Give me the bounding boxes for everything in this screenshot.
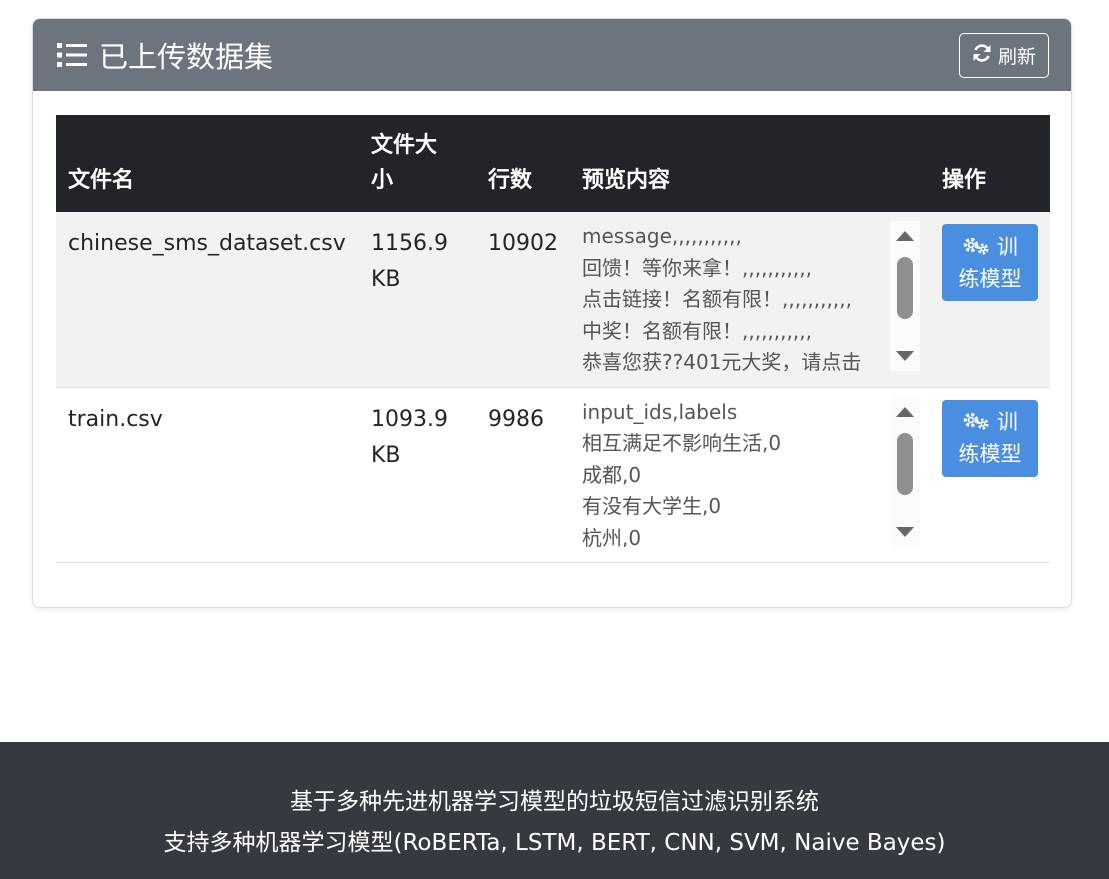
cell-size-value: 1093.9 bbox=[371, 406, 448, 432]
header-size-line2: 小 bbox=[371, 168, 394, 193]
page-footer: 基于多种先进机器学习模型的垃圾短信过滤识别系统 支持多种机器学习模型(RoBER… bbox=[0, 742, 1109, 879]
cell-actions: 训 练模型 bbox=[930, 387, 1050, 563]
table-head: 文件名 文件大 小 行数 预览内容 操作 bbox=[56, 115, 1050, 212]
train-label-line1: 训 bbox=[996, 410, 1018, 434]
datasets-table: 文件名 文件大 小 行数 预览内容 操作 chinese_sms_dataset… bbox=[56, 115, 1050, 563]
cell-actions: 训 练模型 bbox=[930, 212, 1050, 388]
header-rows: 行数 bbox=[488, 168, 533, 193]
card-title-text: 已上传数据集 bbox=[99, 40, 274, 74]
preview-text: input_ids,labels 相互满足不影响生活,0 成都,0 有没有大学生… bbox=[582, 399, 782, 547]
footer-subtitle: 支持多种机器学习模型(RoBERTa, LSTM, BERT, CNN, SVM… bbox=[163, 830, 946, 856]
preview-scrollbar[interactable] bbox=[890, 396, 920, 547]
datasets-card: 已上传数据集 刷新 文件名 文件大 小 行数 预览内容 操作 chinese_s… bbox=[32, 18, 1072, 608]
header-size: 文件大 小 bbox=[359, 115, 476, 212]
refresh-label: 刷新 bbox=[997, 45, 1036, 68]
scroll-down-arrow-icon[interactable] bbox=[896, 351, 914, 361]
train-label-line1: 训 bbox=[996, 234, 1018, 259]
scroll-up-arrow-icon[interactable] bbox=[896, 231, 914, 241]
scroll-thumb[interactable] bbox=[897, 257, 913, 319]
cell-row-count: 10902 bbox=[476, 212, 570, 388]
cogs-icon bbox=[962, 234, 990, 264]
cell-preview: message,,,,,,,,,,, 回馈！等你来拿！,,,,,,,,,,, 点… bbox=[570, 212, 930, 388]
preview-scrollbar[interactable] bbox=[890, 221, 920, 371]
scroll-up-arrow-icon[interactable] bbox=[896, 406, 914, 417]
table-row: chinese_sms_dataset.csv 1156.9 KB 10902 … bbox=[56, 212, 1050, 388]
header-filename: 文件名 bbox=[68, 168, 135, 193]
card-title: 已上传数据集 bbox=[57, 34, 273, 76]
cell-size-unit: KB bbox=[371, 267, 401, 292]
cell-filename: train.csv bbox=[56, 387, 359, 563]
cell-size: 1093.9 KB bbox=[359, 387, 476, 563]
cell-size: 1156.9 KB bbox=[359, 212, 476, 388]
header-actions: 操作 bbox=[942, 168, 987, 193]
cogs-icon bbox=[962, 409, 990, 439]
cell-size-unit: KB bbox=[371, 442, 401, 468]
card-header: 已上传数据集 刷新 bbox=[33, 19, 1071, 91]
cell-preview: input_ids,labels 相互满足不影响生活,0 成都,0 有没有大学生… bbox=[570, 387, 930, 563]
cell-row-count: 9986 bbox=[476, 387, 570, 563]
footer-title: 基于多种先进机器学习模型的垃圾短信过滤识别系统 bbox=[290, 789, 819, 815]
cell-size-value: 1156.9 bbox=[371, 231, 448, 256]
preview-text: message,,,,,,,,,,, 回馈！等你来拿！,,,,,,,,,,, 点… bbox=[582, 224, 862, 371]
list-icon bbox=[57, 42, 87, 68]
cell-filename: chinese_sms_dataset.csv bbox=[56, 212, 359, 388]
header-size-line1: 文件大 bbox=[371, 133, 438, 158]
train-label-line2: 练模型 bbox=[958, 266, 1022, 291]
sync-icon bbox=[972, 43, 992, 68]
refresh-button[interactable]: 刷新 bbox=[958, 32, 1049, 78]
train-model-button[interactable]: 训 练模型 bbox=[942, 399, 1038, 477]
header-preview: 预览内容 bbox=[582, 168, 671, 193]
train-model-button[interactable]: 训 练模型 bbox=[942, 224, 1038, 301]
table-row: train.csv 1093.9 KB 9986 input_ids,label… bbox=[56, 387, 1050, 563]
scroll-down-arrow-icon[interactable] bbox=[896, 526, 914, 537]
scroll-thumb[interactable] bbox=[897, 432, 913, 495]
train-label-line2: 练模型 bbox=[958, 442, 1022, 466]
card-body: 文件名 文件大 小 行数 预览内容 操作 chinese_sms_dataset… bbox=[33, 91, 1071, 563]
